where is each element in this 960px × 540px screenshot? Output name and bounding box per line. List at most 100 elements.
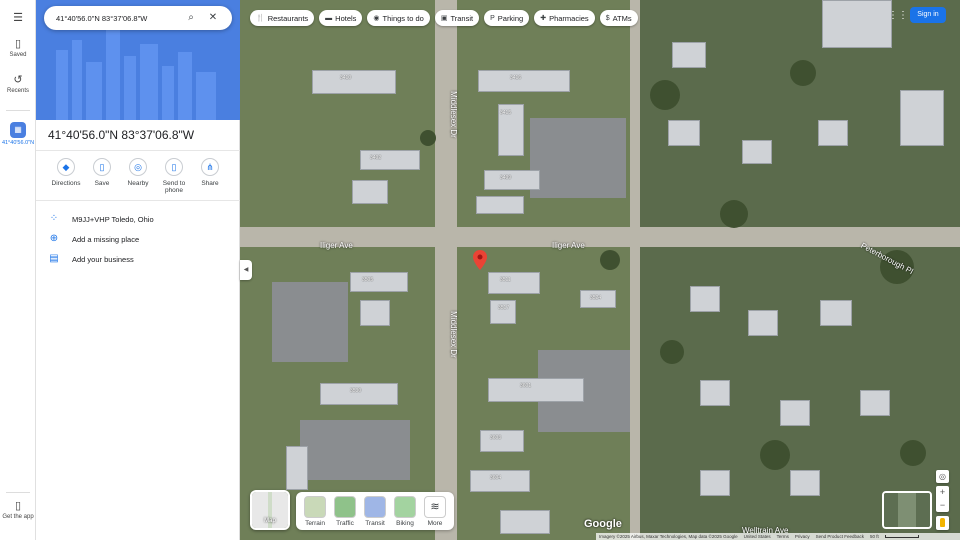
send-to-phone-button[interactable]: ▯ Send to phone [156, 158, 192, 194]
chip-label: Hotels [335, 13, 357, 23]
get-app-button[interactable]: ▯ Get the app [0, 500, 36, 520]
street-view-thumbnail[interactable] [882, 491, 932, 529]
chip-pharmacies[interactable]: ✚ Pharmacies [534, 10, 595, 26]
action-label: Nearby [127, 180, 149, 187]
recents-button[interactable]: ↺ Recents [0, 74, 36, 94]
bookmark-icon: ▯ [93, 158, 111, 176]
imagery-attribution: Imagery ©2025 Airbus, Maxar Technologies… [599, 534, 738, 539]
camera-icon: ◉ [373, 15, 380, 22]
search-icon[interactable]: ⌕ [182, 9, 200, 27]
add-business-text: Add your business [72, 254, 134, 264]
left-rail: ☰ ▯ Saved ↺ Recents ▦ 41°40'56.0"N ▯ Get… [0, 0, 36, 540]
phone-icon: ▯ [165, 158, 183, 176]
restaurant-icon: 🍴 [256, 15, 265, 22]
chip-restaurants[interactable]: 🍴 Restaurants [250, 10, 315, 26]
chip-hotels[interactable]: ▬ Hotels [319, 10, 363, 26]
privacy-link[interactable]: Privacy [795, 534, 810, 539]
terrain-thumbnail [304, 496, 326, 518]
save-button[interactable]: ▯ Save [84, 158, 120, 187]
action-label: Save [94, 180, 110, 187]
collapse-panel-button[interactable]: ◀ [240, 260, 252, 280]
place-panel: 41°40'56.0"N 83°37'06.8"W ◆ Directions ▯… [36, 0, 240, 540]
phone-icon: ▯ [14, 500, 22, 512]
add-place-icon: ⊕ [49, 233, 59, 244]
scale-label[interactable]: 50 ft [870, 534, 879, 539]
road-label: Iliger Ave [552, 241, 585, 250]
scale-bar [884, 535, 919, 538]
road-label: Iliger Ave [320, 241, 353, 250]
nearby-button[interactable]: ◎ Nearby [120, 158, 156, 187]
chip-label: Pharmacies [549, 13, 589, 23]
map-type-toggle[interactable]: Map [250, 490, 290, 530]
sign-in-button[interactable]: Sign in [910, 7, 946, 23]
menu-button[interactable]: ☰ [0, 12, 36, 26]
search-box: ⌕ ✕ [44, 6, 232, 30]
road-label: Middlesex Dr [448, 91, 458, 138]
action-label: Send to phone [162, 180, 186, 194]
business-icon: ▤ [49, 253, 59, 264]
address-number: 3505 [362, 277, 374, 283]
address-number: 3530 [350, 388, 362, 394]
layer-transit[interactable]: Transit [362, 496, 388, 527]
plus-code-row[interactable]: ⁘ M9JJ+VHP Toledo, Ohio [48, 211, 154, 227]
location-pin-icon[interactable] [473, 250, 487, 270]
recents-label: Recents [6, 88, 29, 94]
feedback-link[interactable]: Send Product Feedback [816, 534, 864, 539]
address-number: 3524 [590, 295, 602, 301]
plus-code-icon: ⁘ [49, 213, 59, 224]
chip-label: Transit [450, 13, 474, 23]
layer-biking[interactable]: Biking [392, 496, 418, 527]
saved-label: Saved [9, 52, 27, 58]
zoom-out-button[interactable]: − [936, 499, 949, 512]
pegman-icon[interactable] [936, 516, 949, 530]
pharmacy-icon: ✚ [540, 15, 547, 22]
terms-link[interactable]: Terms [777, 534, 789, 539]
layer-terrain[interactable]: Terrain [302, 496, 328, 527]
saved-button[interactable]: ▯ Saved [0, 38, 36, 58]
add-business-row[interactable]: ▤ Add your business [48, 251, 134, 267]
history-icon: ↺ [13, 74, 23, 86]
directions-button[interactable]: ◆ Directions [48, 158, 84, 187]
place-thumbnail-icon: ▦ [10, 122, 26, 138]
my-location-button[interactable]: ◎ [936, 470, 949, 483]
chip-atms[interactable]: $ ATMs [599, 10, 638, 26]
chip-transit[interactable]: ▣ Transit [434, 10, 480, 26]
map-footer: Imagery ©2025 Airbus, Maxar Technologies… [596, 533, 960, 540]
address-number: 3409 [500, 175, 512, 181]
apps-grid-icon[interactable]: ⋮⋮ [888, 8, 908, 24]
recent-place-label: 41°40'56.0"N [1, 140, 35, 146]
action-label: Share [201, 180, 219, 187]
chip-things-to-do[interactable]: ◉ Things to do [367, 10, 430, 26]
panel-divider [36, 200, 240, 201]
google-logo: Google [584, 518, 622, 530]
share-button[interactable]: ⋔ Share [192, 158, 228, 187]
layer-traffic[interactable]: Traffic [332, 496, 358, 527]
parking-icon: P [490, 14, 495, 22]
plus-code-text: M9JJ+VHP Toledo, Ohio [72, 214, 154, 224]
zoom-in-button[interactable]: + [936, 486, 949, 499]
layer-label: Terrain [305, 520, 325, 527]
layer-label: Biking [396, 520, 414, 527]
add-missing-place-row[interactable]: ⊕ Add a missing place [48, 231, 139, 247]
layer-more[interactable]: ≋ More [422, 496, 448, 527]
chip-label: Things to do [382, 13, 424, 23]
layers-icon: ≋ [424, 496, 446, 518]
place-title: 41°40'56.0"N 83°37'06.8"W [48, 128, 195, 142]
chip-label: ATMs [612, 13, 632, 23]
search-input[interactable] [56, 13, 178, 23]
country-link[interactable]: United States [744, 534, 771, 539]
action-label: Directions [51, 180, 81, 187]
biking-thumbnail [394, 496, 416, 518]
zoom-controls: + − [936, 486, 949, 512]
address-number: 3601 [520, 383, 532, 389]
hotel-icon: ▬ [325, 14, 333, 22]
address-number: 3415 [500, 110, 512, 116]
transit-icon: ▣ [440, 15, 448, 22]
category-chips: 🍴 Restaurants ▬ Hotels ◉ Things to do ▣ Tran… [250, 10, 643, 28]
chip-parking[interactable]: P Parking [484, 10, 530, 26]
recent-place-button[interactable]: ▦ 41°40'56.0"N [0, 122, 36, 146]
chevron-left-icon: ◀ [243, 267, 249, 273]
address-number: 3402 [370, 155, 382, 161]
chip-label: Restaurants [267, 13, 309, 23]
close-icon[interactable]: ✕ [204, 9, 222, 27]
